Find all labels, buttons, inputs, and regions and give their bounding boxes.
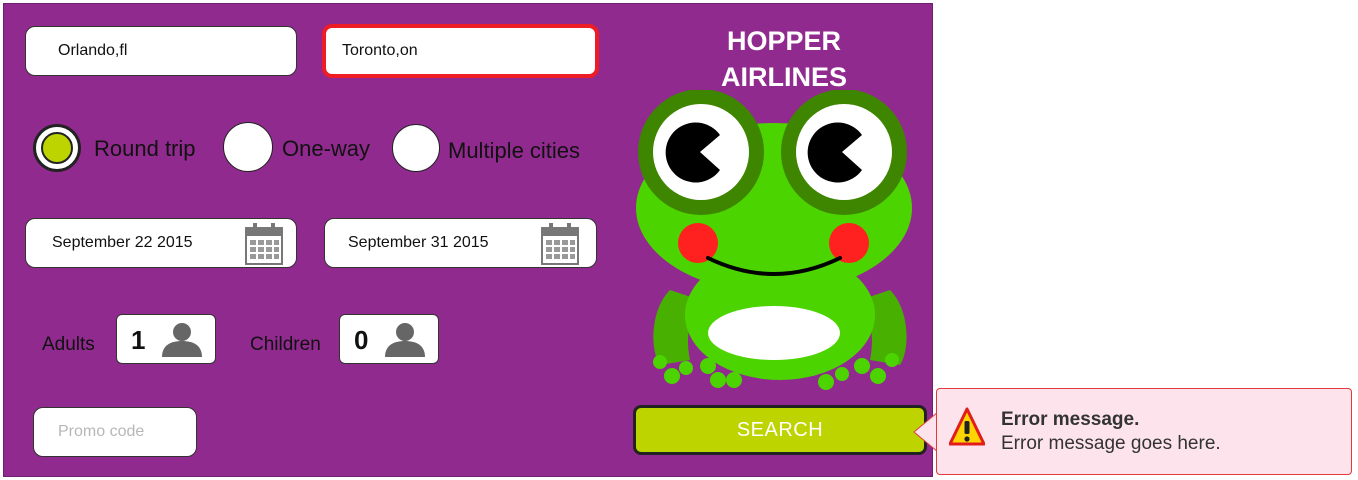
warning-icon [949, 407, 985, 446]
adults-count: 1 [131, 325, 146, 355]
one-way-label: One-way [282, 136, 371, 161]
children-count: 0 [354, 325, 369, 355]
error-text: Error message goes here. [1001, 433, 1221, 454]
promo-code-field[interactable] [33, 407, 197, 457]
children-counter[interactable]: 0 [339, 314, 439, 364]
origin-field[interactable] [25, 26, 297, 76]
calendar-icon[interactable] [244, 222, 284, 266]
error-message-box: Error message. Error message goes here. [936, 388, 1352, 475]
promo-code-input[interactable] [58, 423, 196, 441]
multiple-cities-radio[interactable] [392, 124, 440, 172]
destination-input[interactable] [342, 42, 595, 60]
round-trip-label: Round trip [94, 136, 196, 161]
destination-field[interactable] [322, 24, 599, 78]
adults-label: Adults [42, 334, 95, 355]
brand-line-1: HOPPER [726, 26, 842, 56]
one-way-radio[interactable] [223, 122, 273, 172]
person-icon [162, 323, 202, 357]
frog-mascot-logo [636, 90, 912, 390]
origin-input[interactable] [58, 42, 296, 60]
person-icon [385, 323, 425, 357]
depart-date-value: September 22 2015 [52, 234, 193, 251]
round-trip-radio[interactable] [33, 124, 81, 172]
booking-panel: Round trip One-way Multiple cities Septe… [3, 3, 933, 477]
search-button[interactable]: SEARCH [633, 405, 927, 455]
calendar-icon[interactable] [540, 222, 580, 266]
brand-line-2: AIRLINES [720, 62, 847, 92]
children-label: Children [250, 334, 321, 355]
error-title: Error message. [1001, 409, 1140, 430]
adults-counter[interactable]: 1 [116, 314, 216, 364]
return-date-value: September 31 2015 [348, 234, 489, 251]
multiple-cities-label: Multiple cities [448, 138, 581, 163]
